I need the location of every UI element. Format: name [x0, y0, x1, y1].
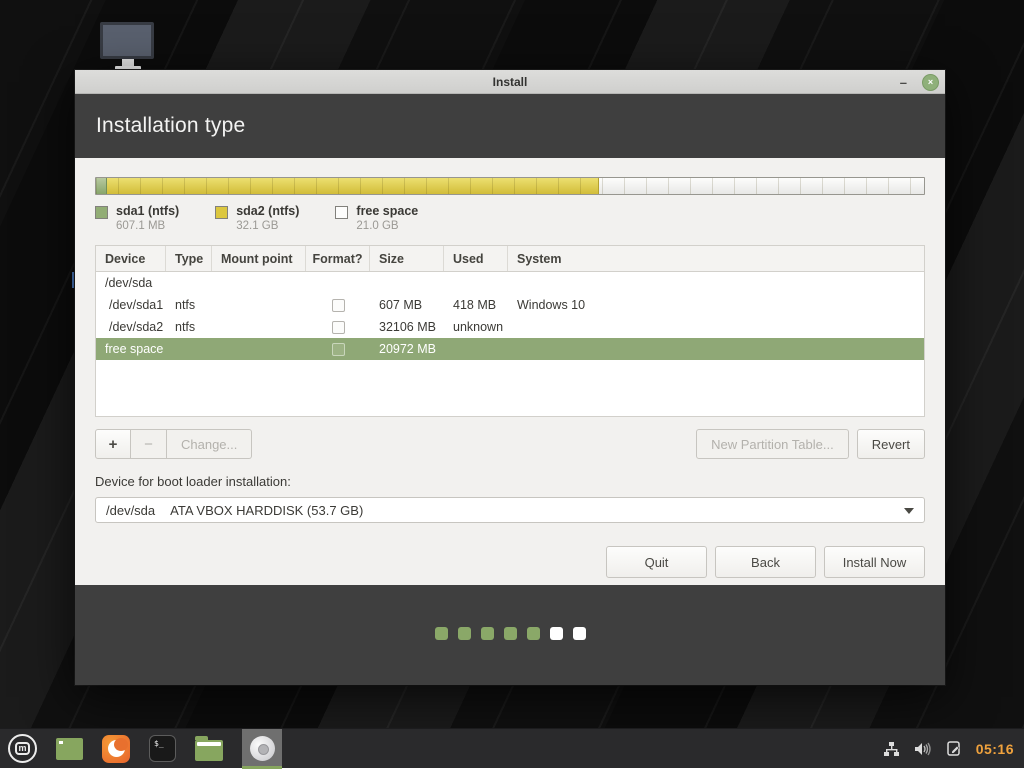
- notes-status-icon[interactable]: [945, 740, 963, 758]
- legend-item-sda2: sda2 (ntfs) 32.1 GB: [215, 204, 299, 232]
- legend-label: free space: [356, 204, 418, 218]
- cell-device: free space: [96, 342, 166, 356]
- free-space-color-swatch: [335, 206, 348, 219]
- wizard-action-buttons: Quit Back Install Now: [95, 546, 925, 578]
- progress-step: [504, 627, 517, 640]
- progress-step: [435, 627, 448, 640]
- partition-legend: sda1 (ntfs) 607.1 MB sda2 (ntfs) 32.1 GB…: [95, 204, 925, 232]
- window-titlebar[interactable]: Install – ×: [75, 70, 945, 94]
- table-row-sda2[interactable]: /dev/sda2 ntfs 32106 MB unknown: [96, 316, 924, 338]
- partition-table: Device Type Mount point Format? Size Use…: [95, 245, 925, 417]
- format-checkbox[interactable]: [332, 343, 345, 356]
- taskbar-clock[interactable]: 05:16: [976, 741, 1014, 757]
- window-title: Install: [75, 75, 945, 89]
- column-header-format[interactable]: Format?: [306, 246, 370, 271]
- installer-content: sda1 (ntfs) 607.1 MB sda2 (ntfs) 32.1 GB…: [75, 158, 945, 585]
- computer-desktop-icon[interactable]: [100, 22, 156, 74]
- legend-item-free-space: free space 21.0 GB: [335, 204, 418, 232]
- cell-device: /dev/sda2: [96, 320, 166, 334]
- close-button[interactable]: ×: [922, 74, 939, 91]
- format-checkbox[interactable]: [332, 299, 345, 312]
- show-desktop-icon[interactable]: [56, 738, 83, 760]
- cell-device: /dev/sda: [96, 276, 166, 290]
- remove-partition-button[interactable]: −: [131, 429, 167, 459]
- cell-system: Windows 10: [508, 298, 924, 312]
- installer-window: Install – × Installation type sda1 (ntfs…: [75, 70, 945, 685]
- progress-step: [458, 627, 471, 640]
- legend-item-sda1: sda1 (ntfs) 607.1 MB: [95, 204, 179, 232]
- change-partition-button[interactable]: Change...: [167, 429, 252, 459]
- sda1-color-swatch: [95, 206, 108, 219]
- mint-menu-button[interactable]: m: [8, 734, 37, 763]
- partition-bar-segment-sda1: [96, 178, 107, 194]
- legend-size: 607.1 MB: [116, 220, 179, 232]
- monitor-icon: [100, 22, 154, 59]
- column-header-size[interactable]: Size: [370, 246, 444, 271]
- page-header: Installation type: [75, 94, 945, 158]
- partition-usage-bar: [95, 177, 925, 195]
- cell-type: ntfs: [166, 320, 212, 334]
- new-partition-table-button[interactable]: New Partition Table...: [696, 429, 849, 459]
- legend-label: sda1 (ntfs): [116, 204, 179, 218]
- table-row-free-space[interactable]: free space 20972 MB: [96, 338, 924, 360]
- bootloader-device: /dev/sda: [106, 503, 155, 518]
- progress-step: [481, 627, 494, 640]
- terminal-icon[interactable]: $_: [149, 735, 176, 762]
- legend-label: sda2 (ntfs): [236, 204, 299, 218]
- bootloader-device-description: ATA VBOX HARDDISK (53.7 GB): [170, 503, 363, 518]
- bootloader-device-dropdown[interactable]: /dev/sda ATA VBOX HARDDISK (53.7 GB): [95, 497, 925, 523]
- page-title: Installation type: [96, 114, 245, 138]
- cell-size: 607 MB: [370, 298, 444, 312]
- column-header-used[interactable]: Used: [444, 246, 508, 271]
- installer-taskbar-item[interactable]: [242, 729, 282, 769]
- revert-button[interactable]: Revert: [857, 429, 925, 459]
- chevron-down-icon: [904, 508, 914, 514]
- back-button[interactable]: Back: [715, 546, 816, 578]
- mint-logo-icon: m: [15, 742, 30, 755]
- minimize-button[interactable]: –: [897, 76, 910, 89]
- partition-table-header: Device Type Mount point Format? Size Use…: [96, 246, 924, 272]
- column-header-type[interactable]: Type: [166, 246, 212, 271]
- column-header-system[interactable]: System: [508, 246, 924, 271]
- bootloader-label: Device for boot loader installation:: [95, 474, 925, 489]
- firefox-icon[interactable]: [102, 735, 130, 763]
- add-partition-button[interactable]: +: [95, 429, 131, 459]
- progress-step: [573, 627, 586, 640]
- partition-bar-segment-sda2: [107, 178, 599, 194]
- legend-size: 21.0 GB: [356, 220, 418, 232]
- progress-step: [550, 627, 563, 640]
- legend-size: 32.1 GB: [236, 220, 299, 232]
- cell-size: 20972 MB: [370, 342, 444, 356]
- sda2-color-swatch: [215, 206, 228, 219]
- format-checkbox[interactable]: [332, 321, 345, 334]
- wizard-progress-area: [75, 585, 945, 685]
- cd-disc-icon: [250, 736, 275, 761]
- column-header-mount-point[interactable]: Mount point: [212, 246, 306, 271]
- cell-used: unknown: [444, 320, 508, 334]
- file-manager-icon[interactable]: [195, 740, 223, 761]
- progress-steps: [435, 627, 586, 685]
- install-now-button[interactable]: Install Now: [824, 546, 925, 578]
- cell-size: 32106 MB: [370, 320, 444, 334]
- partition-bar-segment-free: [599, 178, 924, 194]
- cell-used: 418 MB: [444, 298, 508, 312]
- partition-toolbar: + − Change... New Partition Table... Rev…: [95, 429, 925, 459]
- taskbar: m $_: [0, 728, 1024, 768]
- volume-icon[interactable]: [914, 740, 932, 758]
- cell-device: /dev/sda1: [96, 298, 166, 312]
- table-row-disk-sda[interactable]: /dev/sda: [96, 272, 924, 294]
- progress-step: [527, 627, 540, 640]
- network-icon[interactable]: [883, 740, 901, 758]
- cell-type: ntfs: [166, 298, 212, 312]
- quit-button[interactable]: Quit: [606, 546, 707, 578]
- table-row-sda1[interactable]: /dev/sda1 ntfs 607 MB 418 MB Windows 10: [96, 294, 924, 316]
- column-header-device[interactable]: Device: [96, 246, 166, 271]
